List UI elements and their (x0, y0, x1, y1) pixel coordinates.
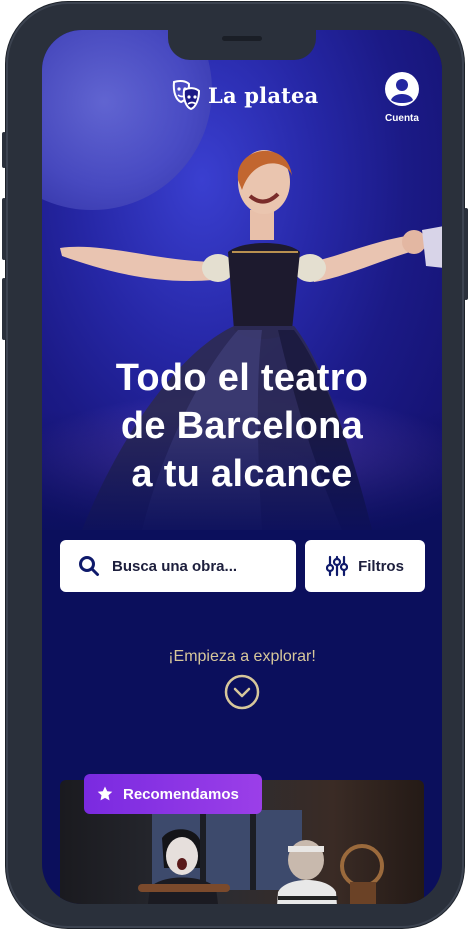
account-label: Cuenta (385, 113, 419, 124)
app-screen: La platea Cuenta Todo el teatro de Barce… (42, 30, 442, 904)
phone-volume-down (2, 278, 6, 340)
theater-masks-icon (172, 79, 201, 111)
filters-label: Filtros (358, 557, 404, 575)
card-performer-image-2 (277, 840, 384, 904)
search-placeholder: Busca una obra... (112, 557, 238, 575)
brand-logo[interactable]: La platea (170, 78, 318, 112)
brand-name: La platea (208, 82, 319, 108)
user-avatar-icon (385, 72, 419, 106)
hero-headline: Todo el teatro de Barcelona a tu alcance (62, 354, 422, 498)
search-icon (79, 556, 99, 576)
badge-label: Recomendamos (123, 785, 239, 803)
phone-notch (168, 30, 316, 60)
account-button[interactable]: Cuenta (376, 72, 428, 124)
explore-prompt: ¡Empieza a explorar! (168, 648, 316, 665)
phone-volume-up (2, 198, 6, 260)
phone-power-button (464, 208, 468, 300)
chevron-down-icon[interactable] (224, 674, 260, 710)
headline-line-3: a tu alcance (131, 453, 353, 495)
phone-frame: La platea Cuenta Todo el teatro de Barce… (2, 2, 468, 928)
filters-button[interactable]: Filtros (305, 540, 425, 592)
card-performer-image (138, 829, 230, 904)
search-input[interactable]: Busca una obra... (60, 540, 296, 592)
headline-line-2: de Barcelona (120, 405, 364, 447)
phone-side-button (2, 132, 6, 168)
star-icon (97, 786, 113, 801)
sliders-icon (326, 555, 349, 577)
headline-line-1: Todo el teatro (115, 357, 369, 399)
recommended-badge: Recomendamos (84, 774, 262, 814)
